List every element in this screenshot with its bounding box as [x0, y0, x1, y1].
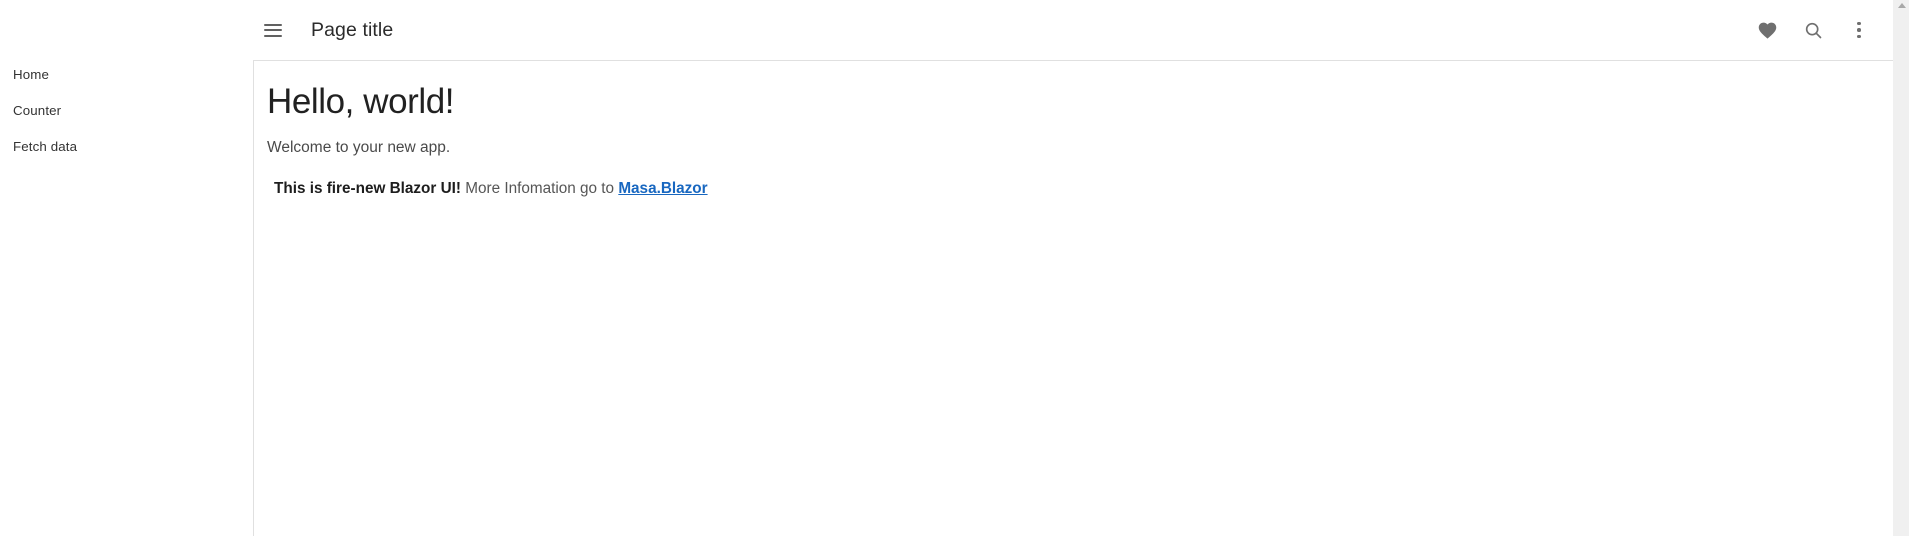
- more-options-button[interactable]: [1839, 10, 1879, 50]
- sidebar-item-counter[interactable]: Counter: [0, 93, 253, 129]
- sidebar-item-label: Home: [13, 67, 50, 82]
- main-content: Hello, world! Welcome to your new app. T…: [253, 60, 1893, 536]
- app-bar-left-group: Page title: [253, 5, 393, 55]
- app-bar: Page title: [253, 0, 1893, 60]
- info-banner: This is fire-new Blazor UI! More Infomat…: [274, 178, 1869, 200]
- favorite-button[interactable]: [1747, 10, 1787, 50]
- hello-heading: Hello, world!: [267, 82, 455, 121]
- favorite-icon: [1758, 22, 1776, 39]
- masa-blazor-link[interactable]: Masa.Blazor: [618, 180, 707, 197]
- app-root: Home Counter Fetch data Page title Hello…: [0, 0, 1909, 536]
- navigation-drawer: Home Counter Fetch data: [0, 0, 253, 536]
- sidebar-item-label: Counter: [13, 103, 62, 118]
- scroll-up-arrow-icon[interactable]: [1898, 3, 1906, 8]
- page-title: Page title: [311, 19, 394, 41]
- hamburger-menu-icon: [264, 23, 282, 37]
- menu-toggle-button[interactable]: [253, 10, 293, 50]
- sidebar-item-fetch-data[interactable]: Fetch data: [0, 129, 253, 165]
- search-icon: [1805, 22, 1821, 38]
- content-container: Hello, world! Welcome to your new app. T…: [254, 61, 1893, 200]
- welcome-text: Welcome to your new app.: [267, 139, 451, 156]
- sidebar-item-label: Fetch data: [13, 139, 78, 154]
- more-vert-icon: [1857, 21, 1861, 39]
- info-banner-bold-text: This is fire-new Blazor UI!: [274, 180, 461, 197]
- app-bar-actions: [1747, 10, 1879, 50]
- sidebar-nav-list: Home Counter Fetch data: [0, 57, 253, 165]
- info-banner-plain-text: More Infomation go to: [461, 180, 619, 197]
- sidebar-item-home[interactable]: Home: [0, 57, 253, 93]
- search-button[interactable]: [1793, 10, 1833, 50]
- vertical-scrollbar[interactable]: [1893, 0, 1909, 536]
